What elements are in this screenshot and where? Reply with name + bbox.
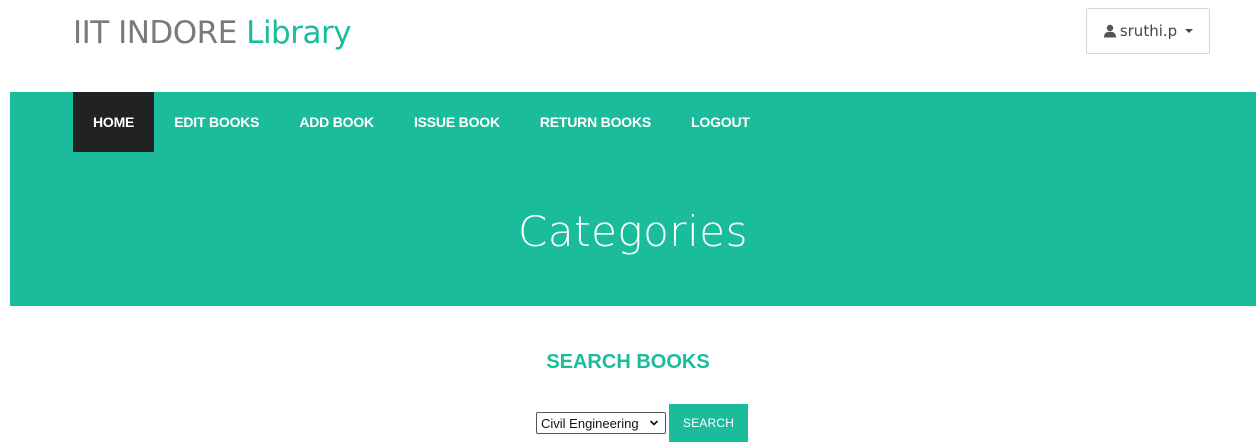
nav-issue-book[interactable]: ISSUE BOOK xyxy=(394,92,520,152)
caret-down-icon xyxy=(1185,29,1194,33)
nav-add-book[interactable]: ADD BOOK xyxy=(279,92,394,152)
nav-edit-books[interactable]: EDIT BOOKS xyxy=(154,92,279,152)
user-menu-button[interactable]: sruthi.p xyxy=(1086,8,1210,54)
chevron-down-icon xyxy=(649,417,659,432)
search-button[interactable]: SEARCH xyxy=(669,404,748,442)
search-form: Civil Engineering SEARCH xyxy=(536,404,748,442)
user-icon xyxy=(1103,24,1117,38)
brand-accent: Library xyxy=(246,15,352,51)
nav-return-books[interactable]: RETURN BOOKS xyxy=(520,92,671,152)
nav-logout[interactable]: LOGOUT xyxy=(671,92,770,152)
brand-name: IIT INDORE xyxy=(73,15,237,51)
site-brand[interactable]: IIT INDORE Library xyxy=(73,9,352,57)
main-nav: HOME EDIT BOOKS ADD BOOK ISSUE BOOK RETU… xyxy=(73,92,770,152)
page: IIT INDORE Library sruthi.p HOME EDIT BO… xyxy=(0,0,1256,442)
category-select[interactable]: Civil Engineering xyxy=(536,412,666,434)
hero-banner: HOME EDIT BOOKS ADD BOOK ISSUE BOOK RETU… xyxy=(10,92,1256,306)
page-title: Categories xyxy=(518,207,748,256)
user-name: sruthi.p xyxy=(1119,22,1178,40)
nav-home[interactable]: HOME xyxy=(73,92,155,152)
category-select-value: Civil Engineering xyxy=(541,415,639,431)
search-heading: SEARCH BOOKS xyxy=(546,351,710,373)
